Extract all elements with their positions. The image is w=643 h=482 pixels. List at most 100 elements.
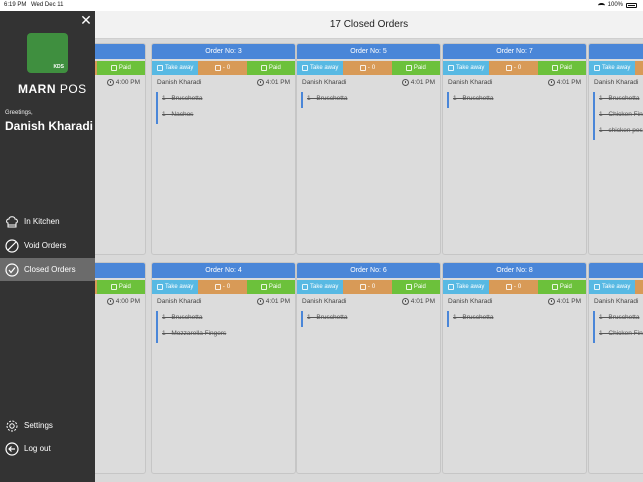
order-item: 1 - Bruschetta [453,314,494,321]
order-card[interactable]: O Take away - Danish Kharadi 1 - Brusche… [588,43,643,255]
wifi-icon [597,2,605,8]
order-card[interactable]: O Take away - Danish Kharadi 1 - Brusche… [588,262,643,474]
close-icon[interactable]: ✕ [80,13,92,27]
battery-icon [626,2,637,8]
paid-badge: Paid [96,61,145,75]
price-badge: -0 [343,280,392,294]
customer-name: Danish Kharadi [157,297,202,305]
order-time: 4:01 PM [401,78,435,86]
order-items: 1 - Bruschetta 1 - Chicken Fing 1 - chicke… [593,92,643,140]
price-badge: -0 [198,61,247,75]
user-name: Danish Kharadi [5,119,94,133]
page-title: 17 Closed Orders [329,19,409,30]
status-bar: 6:19 PM Wed Dec 11 100% [0,0,643,11]
bag-icon [302,284,308,290]
bag-icon [594,65,600,71]
order-badges: Take away -0 Paid [297,280,440,294]
price-separator: - [513,65,516,71]
paid-badge: Paid [537,280,586,294]
order-meta: Danish Kharadi 4:01 PM [443,294,586,308]
brand-name: MARN POS [18,82,87,96]
take-away-badge: Take away [152,61,199,75]
paid-badge: Paid [96,280,145,294]
order-item [95,327,145,343]
take-away-badge: Take away [589,280,636,294]
order-card[interactable]: Take away -0 Paid Danish Kharadi 4:00 PM [95,43,146,255]
order-time: 4:01 PM [256,78,290,86]
order-meta: Danish Kharadi 4:01 PM [297,75,440,89]
nav-settings[interactable]: Settings [0,414,95,437]
nav-label: Closed Orders [24,265,76,274]
order-number: Order No: 5 [297,44,440,59]
order-meta: Danish Kharadi 4:01 PM [152,75,295,89]
price-value: 0 [371,284,376,290]
take-away-badge: Take away [443,61,490,75]
customer-name: Danish Kharadi [302,78,347,86]
order-card[interactable]: Order No: 8 Take away -0 Paid Danish Kha… [442,262,587,474]
page-header: 17 Closed Orders [95,11,643,39]
nav-closed-orders[interactable]: Closed Orders [0,258,95,281]
order-meta: Danish Kharadi [589,75,643,89]
paid-label: Paid [413,284,426,290]
order-card[interactable]: Order No: 7 Take away -0 Paid Danish Kha… [442,43,587,255]
battery-percent: 100% [607,2,623,8]
order-time-value: 4:01 PM [410,78,435,86]
bag-icon [448,284,454,290]
price-value: 0 [226,284,231,290]
order-items [95,311,145,343]
paid-label: Paid [559,284,572,290]
order-time: 4:01 PM [401,297,435,305]
order-card[interactable]: Order No: 4 Take away -0 Paid Danish Kha… [151,262,296,474]
kds-logo-label: KDS [53,64,64,70]
nav-log-out[interactable]: Log out [0,437,95,460]
bag-icon [302,65,308,71]
order-item: 1 - Bruschetta [307,314,348,321]
order-item [95,311,145,327]
order-card[interactable]: Order No: 3 Take away -0 Paid Danish Kha… [151,43,296,255]
order-card[interactable]: Order No: 6 Take away -0 Paid Danish Kha… [296,262,441,474]
take-away-label: Take away [456,65,485,71]
price-value: 0 [371,65,376,71]
order-meta: Danish Kharadi [589,294,643,308]
nav-in-kitchen[interactable]: In Kitchen [0,210,95,233]
order-card[interactable]: Order No: 5 Take away -0 Paid Danish Kha… [296,43,441,255]
paid-badge: Paid [246,61,295,75]
clock-icon [256,78,264,86]
receipt-icon [405,65,412,71]
customer-name: Danish Kharadi [594,297,639,305]
price-value: 0 [517,284,522,290]
no-entry-icon [5,238,19,253]
take-away-badge: Take away [152,280,199,294]
order-item: 1 - Bruschetta [307,95,348,102]
price-separator: - [367,284,370,290]
price-badge: - [635,280,643,294]
order-number: O [589,44,643,59]
order-item: 1 - Bruschetta [162,95,203,102]
order-item: 1 - Bruschetta [599,95,640,102]
order-item [95,124,145,140]
order-item: 1 - Bruschetta [162,314,203,321]
order-card[interactable]: Take away -0 Paid Danish Kharadi 4:00 PM [95,262,146,474]
clock-icon [106,297,114,305]
paid-label: Paid [118,284,131,290]
order-meta: Danish Kharadi 4:00 PM [95,294,145,308]
nav-label: Settings [24,421,53,430]
price-badge: -0 [489,280,538,294]
order-time: 4:01 PM [547,78,581,86]
order-item: 1 - Mozzarella Fingers [162,330,227,337]
clock-icon [401,297,409,305]
order-time-value: 4:00 PM [115,297,140,305]
paid-label: Paid [413,65,426,71]
nav-void-orders[interactable]: Void Orders [0,234,95,257]
take-away-badge: Take away [589,61,636,75]
nav-label: Void Orders [24,241,67,250]
order-item: 1 - Bruschetta [599,314,640,321]
order-items: 1 - Bruschetta 1 - Mozzarella Fingers [156,311,295,343]
order-number: Order No: 7 [443,44,586,59]
receipt-icon [551,284,558,290]
clock-icon [106,78,114,86]
order-meta: Danish Kharadi 4:00 PM [95,75,145,89]
cash-icon [214,284,221,290]
brand-light: POS [56,82,87,96]
paid-label: Paid [268,284,281,290]
